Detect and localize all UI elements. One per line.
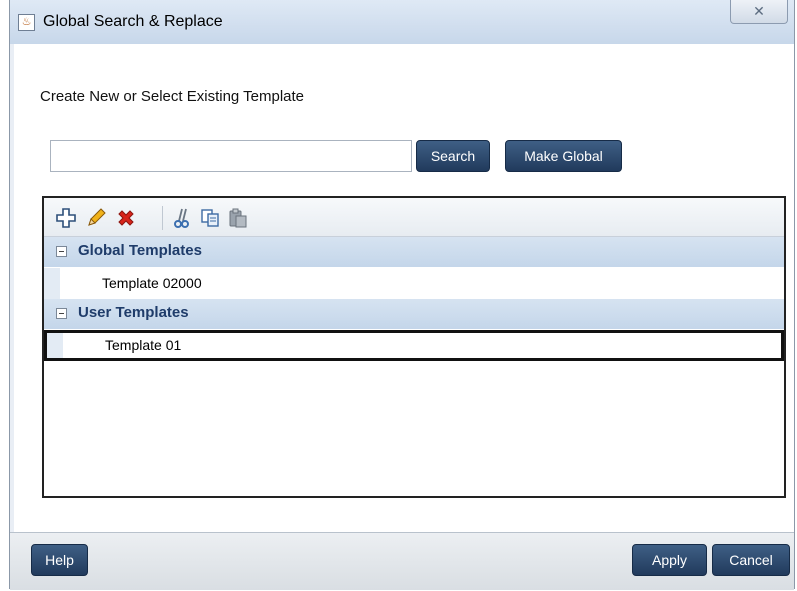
- java-app-icon: ♨: [18, 14, 35, 31]
- tree-item-template-02000[interactable]: Template 02000: [44, 268, 784, 299]
- paste-icon[interactable]: [228, 208, 248, 228]
- tree-group-user-templates[interactable]: User Templates: [44, 299, 784, 330]
- group-label: Global Templates: [78, 242, 202, 259]
- dialog-content: Create New or Select Existing Template S…: [10, 44, 794, 532]
- copy-icon[interactable]: [200, 208, 220, 228]
- group-label: User Templates: [78, 304, 189, 321]
- tree-group-global-templates[interactable]: Global Templates: [44, 237, 784, 268]
- help-button[interactable]: Help: [31, 544, 88, 576]
- add-icon[interactable]: [56, 208, 76, 228]
- search-input[interactable]: [50, 140, 412, 172]
- row-gutter: [47, 333, 63, 358]
- collapse-icon[interactable]: [56, 308, 67, 319]
- row-gutter: [44, 268, 60, 299]
- window-title: Global Search & Replace: [43, 13, 223, 30]
- prompt-label: Create New or Select Existing Template: [40, 88, 305, 105]
- edit-pencil-icon[interactable]: [86, 208, 106, 228]
- delete-icon[interactable]: [116, 208, 136, 228]
- cancel-button[interactable]: Cancel: [712, 544, 790, 576]
- tree-item-template-01[interactable]: Template 01: [44, 330, 784, 361]
- collapse-icon[interactable]: [56, 246, 67, 257]
- dialog-window: ♨ Global Search & Replace ✕ Create New o…: [9, 0, 795, 590]
- dialog-footer: Help Apply Cancel: [10, 532, 794, 590]
- cut-icon[interactable]: [172, 208, 192, 228]
- item-label: Template 02000: [102, 275, 202, 291]
- template-tree-panel: Global Templates Template 02000 User Tem…: [42, 196, 786, 498]
- toolbar-separator: [162, 206, 163, 230]
- search-button[interactable]: Search: [416, 140, 490, 172]
- item-label: Template 01: [105, 337, 182, 353]
- title-bar[interactable]: ♨ Global Search & Replace ✕: [10, 0, 794, 45]
- apply-button[interactable]: Apply: [632, 544, 707, 576]
- close-button[interactable]: ✕: [730, 0, 788, 24]
- tree-toolbar: [44, 198, 784, 237]
- close-icon: ✕: [753, 3, 765, 19]
- make-global-button[interactable]: Make Global: [505, 140, 622, 172]
